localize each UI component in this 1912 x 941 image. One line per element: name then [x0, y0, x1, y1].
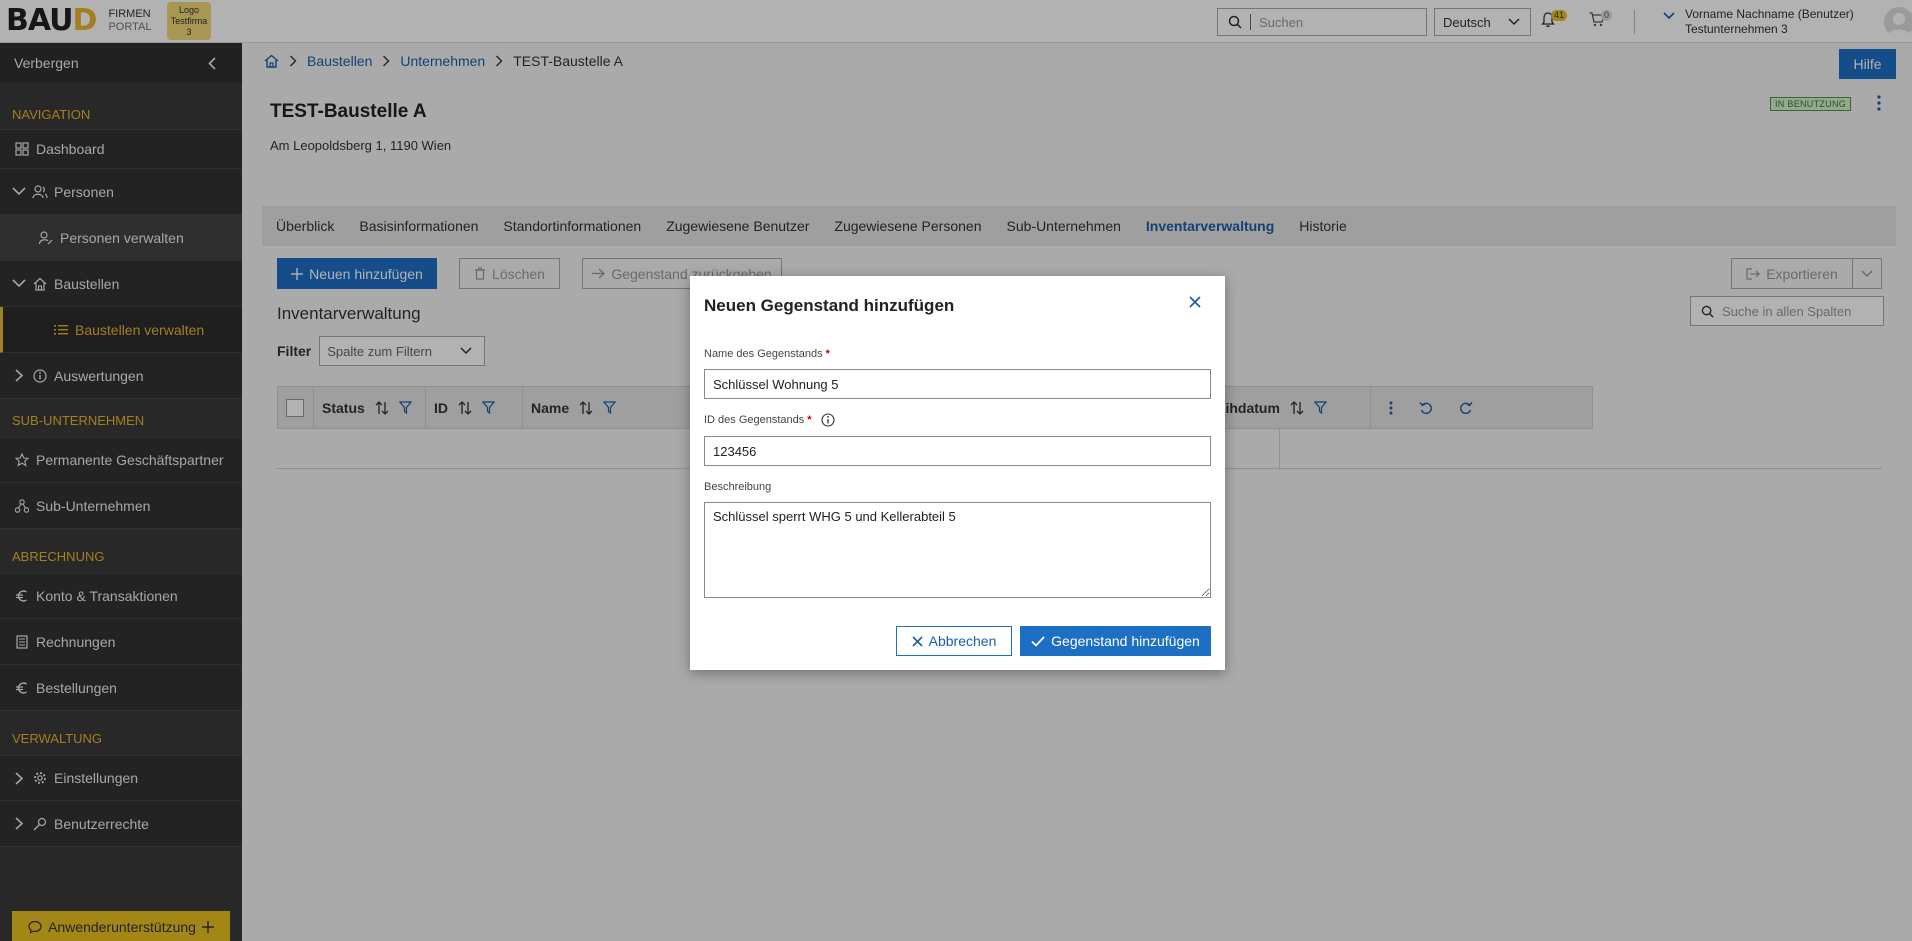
required-mark: * [807, 414, 812, 426]
item-id-field[interactable] [704, 436, 1211, 466]
description-field[interactable]: Schlüssel sperrt WHG 5 und Kellerabteil … [704, 502, 1211, 598]
description-label: Beschreibung [704, 481, 772, 493]
add-item-submit-button[interactable]: Gegenstand hinzufügen [1020, 626, 1211, 656]
close-icon[interactable] [1189, 296, 1201, 308]
submit-label: Gegenstand hinzufügen [1051, 633, 1200, 649]
close-icon [912, 635, 923, 647]
checkmark-icon [1031, 635, 1045, 647]
item-name-label: Name des Gegenstands * [704, 348, 830, 360]
dialog-title: Neuen Gegenstand hinzufügen [704, 296, 955, 315]
item-id-label: ID des Gegenstands * [704, 413, 835, 427]
required-mark: * [825, 348, 830, 360]
item-name-field[interactable] [704, 369, 1211, 399]
info-icon[interactable] [821, 413, 835, 427]
cancel-label: Abbrechen [928, 633, 997, 649]
cancel-button[interactable]: Abbrechen [896, 626, 1012, 656]
add-item-dialog: Neuen Gegenstand hinzufügen Name des Geg… [690, 276, 1225, 670]
